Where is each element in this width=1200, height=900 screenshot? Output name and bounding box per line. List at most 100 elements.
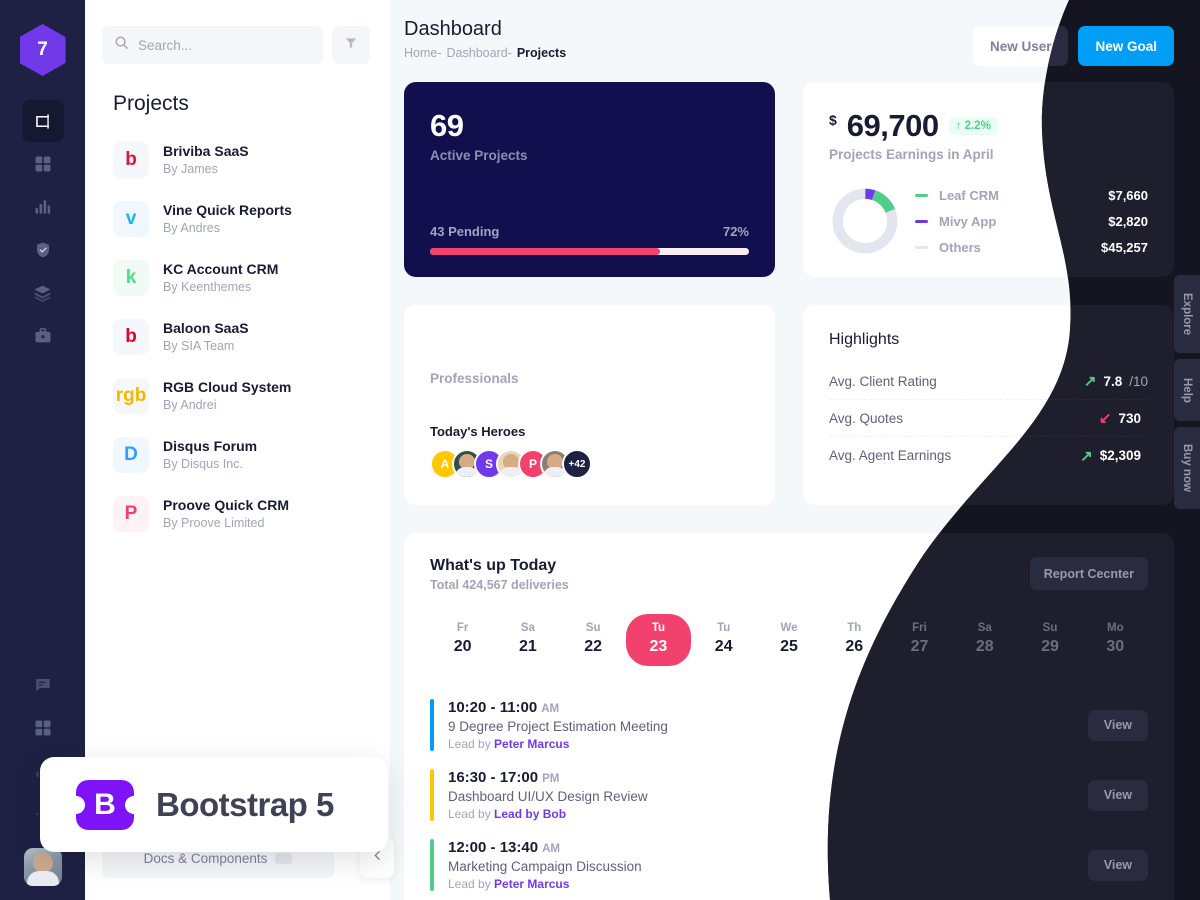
highlight-number: 7.8 <box>1103 373 1123 389</box>
day-name: Mo <box>1106 622 1124 634</box>
day-cell[interactable]: We 25 <box>756 614 821 666</box>
event-ampm: AM <box>542 843 560 855</box>
project-item[interactable]: v Vine Quick Reports By Andres <box>85 189 390 248</box>
day-cell[interactable]: Fr 20 <box>430 614 495 666</box>
rail-item-briefcase-icon[interactable] <box>22 315 64 357</box>
project-author: By SIA Team <box>163 338 235 353</box>
bootstrap-badge: B Bootstrap 5 <box>40 757 388 852</box>
event-lead-name[interactable]: Peter Marcus <box>494 737 569 751</box>
project-name: KC Account CRM <box>163 260 279 277</box>
day-number: 21 <box>519 638 537 655</box>
project-name: Baloon SaaS <box>163 319 249 336</box>
todays-heroes-label: Today's Heroes <box>430 424 526 439</box>
project-author: By Andres <box>163 220 220 235</box>
highlight-value: ↗ $2,309 <box>1080 447 1148 465</box>
project-logo-icon: b <box>113 318 149 355</box>
day-number: 29 <box>1041 638 1059 655</box>
day-cell[interactable]: Fri 27 <box>887 614 952 666</box>
side-tab-label: Buy now <box>1181 444 1193 492</box>
rail-item-layers-icon[interactable] <box>22 272 64 314</box>
day-name: Tu <box>651 622 666 634</box>
project-list: b Briviba SaaS By James v Vine Quick Reports… <box>85 116 390 543</box>
day-name: Su <box>585 622 601 634</box>
arrow-up-right-icon: ↗ <box>1083 373 1097 390</box>
rail-item-grid-icon-2[interactable] <box>22 707 64 749</box>
event-view-button[interactable]: View <box>1088 710 1148 741</box>
rail-item-grid-icon[interactable] <box>22 143 64 185</box>
legend-dash-icon <box>915 245 928 249</box>
event-view-button[interactable]: View <box>1088 780 1148 811</box>
breadcrumb-item[interactable]: Home- <box>404 46 442 60</box>
day-name: Sa <box>977 622 992 634</box>
heroes-avatar-group[interactable]: A S P +42 <box>430 449 749 479</box>
side-tab[interactable]: Help <box>1174 359 1200 421</box>
filter-button[interactable] <box>332 26 370 64</box>
docs-label: Docs & Components <box>143 850 268 866</box>
highlight-suffix: /10 <box>1129 373 1148 389</box>
active-projects-value: 69 <box>430 108 464 143</box>
project-item[interactable]: k KC Account CRM By Keenthemes <box>85 248 390 307</box>
active-projects-label: Active Projects <box>430 148 528 163</box>
day-number: 28 <box>975 638 994 655</box>
professionals-label: Professionals <box>430 371 519 386</box>
day-name: We <box>780 622 798 634</box>
search-box[interactable] <box>102 26 323 64</box>
day-cell[interactable]: Mo 30 <box>1083 614 1148 666</box>
day-name: Sa <box>520 622 535 634</box>
breadcrumb-item[interactable]: Dashboard- <box>447 46 512 60</box>
event-lead-name[interactable]: Peter Marcus <box>494 877 569 891</box>
project-item[interactable]: P Proove Quick CRM By Proove Limited <box>85 484 390 543</box>
page-title: Dashboard <box>404 18 502 40</box>
search-input[interactable] <box>138 37 311 53</box>
breadcrumb-item[interactable]: Projects <box>517 46 566 60</box>
earnings-change-value: 2.2% <box>964 120 991 132</box>
project-item[interactable]: b Briviba SaaS By James <box>85 130 390 189</box>
day-number: 27 <box>910 638 929 655</box>
event-color-bar <box>430 699 434 751</box>
rail-item-shield-check-icon[interactable] <box>22 229 64 271</box>
event-color-bar <box>430 769 434 821</box>
project-logo-icon: b <box>113 141 149 178</box>
side-tab[interactable]: Explore <box>1174 275 1200 353</box>
rail-item-box-icon[interactable] <box>21 100 64 142</box>
arrow-up-icon: ↑ <box>955 120 962 132</box>
project-name: Vine Quick Reports <box>163 201 292 218</box>
earnings-donut-chart <box>832 188 898 254</box>
day-cell[interactable]: Tu 23 <box>625 614 692 666</box>
event-lead-name[interactable]: Lead by Bob <box>494 807 566 821</box>
pending-label: 43 Pending <box>430 224 500 239</box>
progress-labels: 43 Pending 72% <box>430 224 749 239</box>
keyboard-shortcut-badge <box>275 852 293 864</box>
day-cell[interactable]: Su 29 <box>1017 614 1082 666</box>
professionals-card[interactable]: 357 Professionals Today's Heroes A S P +42 <box>404 305 775 505</box>
day-number: 20 <box>453 638 472 655</box>
rail-item-bar-chart-icon[interactable] <box>22 186 64 228</box>
dark-new-goal-button[interactable]: New Goal <box>1078 26 1174 66</box>
dark-report-center-button[interactable]: Report Cecnter <box>1030 557 1148 590</box>
highlight-label: Avg. Client Rating <box>829 373 937 389</box>
highlight-value: ↙ 730 <box>1099 409 1148 427</box>
day-cell[interactable]: Tu 24 <box>691 614 756 666</box>
earnings-value: 69,700 <box>846 108 939 143</box>
day-cell[interactable]: Su 22 <box>561 614 626 666</box>
legend-value: $2,820 <box>1108 213 1148 229</box>
search-icon <box>114 35 129 55</box>
project-item[interactable]: D Disqus Forum By Disqus Inc. <box>85 425 390 484</box>
legend-dash-icon <box>915 219 928 223</box>
project-item[interactable]: rgb RGB Cloud System By Andrei <box>85 366 390 425</box>
app-logo[interactable]: 7 <box>19 24 66 76</box>
event-view-button[interactable]: View <box>1088 850 1148 881</box>
project-item[interactable]: b Baloon SaaS By SIA Team <box>85 307 390 366</box>
whats-up-subtitle: Total 424,567 deliveries <box>430 578 569 592</box>
rail-item-chat-icon[interactable] <box>22 664 64 706</box>
day-cell[interactable]: Sa 21 <box>495 614 560 666</box>
progress-fill <box>430 248 660 255</box>
side-tab[interactable]: Buy now <box>1174 427 1200 509</box>
highlight-number: 730 <box>1118 410 1141 426</box>
day-number: 24 <box>714 638 733 655</box>
project-author: By Disqus Inc. <box>163 456 243 471</box>
day-cell[interactable]: Sa 28 <box>952 614 1017 666</box>
user-avatar[interactable] <box>23 848 62 886</box>
active-projects-card[interactable]: 69 Active Projects 43 Pending 72% <box>404 82 775 277</box>
sidebar-title: Projects <box>113 92 189 115</box>
